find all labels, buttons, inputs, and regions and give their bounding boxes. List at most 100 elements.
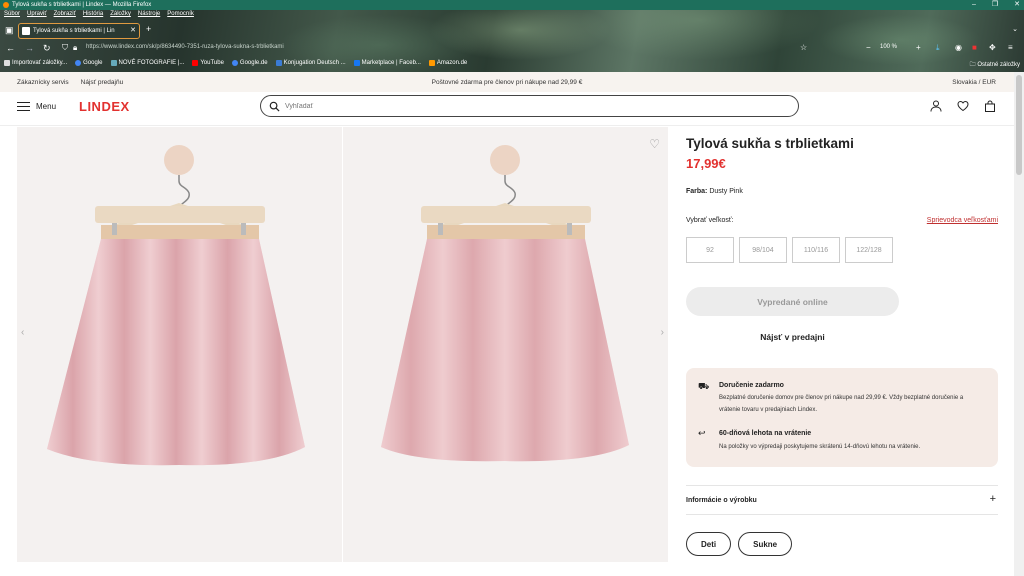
chip-deti[interactable]: Deti bbox=[686, 532, 732, 556]
google-icon bbox=[231, 60, 238, 66]
menu-view[interactable]: Zobraziť bbox=[54, 11, 76, 17]
tab-title: Tylová sukňa s trblietkami | Lin bbox=[33, 28, 115, 34]
size-option[interactable]: 122/128 bbox=[845, 237, 893, 263]
bookmark-konjugation[interactable]: Konjugation Deutsch ... bbox=[275, 60, 346, 66]
find-in-store-button[interactable]: Nájsť v predajni bbox=[686, 332, 899, 342]
tab-list-icon[interactable]: ▣ bbox=[5, 25, 14, 36]
url-bar[interactable]: https://www.lindex.com/sk/p/8634490-7351… bbox=[86, 44, 284, 50]
menu-label: Menu bbox=[36, 102, 57, 111]
lindex-favicon bbox=[22, 27, 30, 35]
wishlist-heart-icon[interactable] bbox=[957, 100, 969, 112]
tab-active[interactable]: Tylová sukňa s trblietkami | Lin ✕ bbox=[18, 23, 140, 39]
site-header: Menu LINDEX bbox=[0, 92, 1014, 126]
konjugation-icon bbox=[275, 60, 282, 66]
back-icon[interactable]: ← bbox=[6, 43, 15, 53]
scrollbar-thumb[interactable] bbox=[1016, 75, 1022, 175]
download-icon[interactable]: ⤓ bbox=[936, 43, 940, 53]
lindex-logo[interactable]: LINDEX bbox=[79, 99, 130, 114]
minimize-icon[interactable]: – bbox=[972, 0, 976, 10]
sold-out-button[interactable]: Vypredané online bbox=[686, 287, 899, 316]
shopping-bag-icon[interactable] bbox=[984, 100, 996, 112]
truck-icon: ⛟ bbox=[698, 381, 710, 391]
maximize-icon[interactable]: ❐ bbox=[992, 0, 998, 10]
bookmark-youtube[interactable]: YouTube bbox=[192, 60, 224, 66]
product-price: 17,99€ bbox=[686, 156, 726, 171]
window-controls: – ❐ ✕ bbox=[972, 0, 1020, 10]
bookmark-google[interactable]: Google bbox=[75, 60, 103, 66]
size-guide-link[interactable]: Sprievodca veľkosťami bbox=[927, 217, 998, 224]
reload-icon[interactable]: ↻ bbox=[43, 43, 51, 54]
return-title: 60-dňová lehota na vrátenie bbox=[719, 430, 812, 437]
skirt-photo bbox=[381, 145, 629, 462]
tab-strip: ▣ Tylová sukňa s trblietkami | Lin ✕ + ⌄ bbox=[0, 22, 1024, 40]
next-image-arrow[interactable]: › bbox=[661, 327, 664, 338]
navigation-bar: ← → ↻ ⛉ 🔒︎ https://www.lindex.com/sk/p/8… bbox=[0, 41, 1024, 58]
delivery-info-box: ⛟ Doručenie zadarmo Bezplatné doručenie … bbox=[686, 368, 998, 467]
size-label: Vybrať veľkosť: bbox=[686, 217, 734, 224]
folder-icon: 🗀︎ bbox=[969, 62, 976, 68]
menu-help[interactable]: Pomocník bbox=[167, 11, 194, 17]
account-icon[interactable]: ◉ bbox=[955, 43, 962, 52]
other-bookmarks[interactable]: 🗀︎ Ostatné záložky bbox=[970, 60, 1020, 70]
delivery-title: Doručenie zadarmo bbox=[719, 382, 784, 389]
search-box[interactable] bbox=[260, 95, 799, 117]
lock-icon: 🔒︎ bbox=[73, 43, 78, 52]
zoom-in-icon[interactable]: + bbox=[916, 43, 921, 52]
facebook-icon bbox=[353, 60, 360, 66]
size-option[interactable]: 92 bbox=[686, 237, 734, 263]
color-value: Dusty Pink bbox=[709, 188, 743, 195]
account-icon[interactable] bbox=[930, 100, 942, 112]
search-icon bbox=[269, 101, 280, 112]
extension-icon[interactable]: ■ bbox=[972, 43, 977, 52]
youtube-icon bbox=[192, 60, 199, 66]
menu-bookmarks[interactable]: Záložky bbox=[110, 11, 131, 17]
color-info: Farba: Dusty Pink bbox=[686, 188, 998, 195]
product-image-2[interactable]: ♡ › bbox=[343, 127, 668, 562]
product-details: Tylová sukňa s trblietkami 17,99€ Farba:… bbox=[686, 127, 998, 556]
app-menu-icon[interactable]: ≡ bbox=[1008, 43, 1013, 52]
size-option[interactable]: 98/104 bbox=[739, 237, 787, 263]
close-icon[interactable]: ✕ bbox=[1014, 0, 1020, 10]
product-image-1[interactable]: ‹ bbox=[17, 127, 342, 562]
expand-plus-icon: + bbox=[989, 493, 996, 505]
window-title: Tylová sukňa s trblietkami | Lindex — Mo… bbox=[12, 2, 152, 8]
web-page: Zákaznícky servis Nájsť predajňu Poštovn… bbox=[0, 72, 1024, 576]
firefox-icon bbox=[3, 2, 9, 8]
bookmark-star-icon[interactable]: ☆ bbox=[800, 43, 807, 52]
amazon-icon bbox=[428, 60, 435, 66]
search-input[interactable] bbox=[285, 102, 765, 110]
bookmark-marketplace[interactable]: Marketplace | Faceb... bbox=[353, 60, 421, 66]
zoom-level[interactable]: 100 % bbox=[880, 44, 897, 50]
shield-icon[interactable]: ⛉ bbox=[62, 43, 68, 53]
return-text: Na položky vo výpredaji poskytujeme skrá… bbox=[719, 444, 921, 450]
color-label: Farba: bbox=[686, 188, 708, 195]
menu-history[interactable]: História bbox=[83, 11, 103, 17]
new-tab-icon[interactable]: + bbox=[146, 24, 151, 34]
bookmark-google-de[interactable]: Google.de bbox=[231, 60, 268, 66]
prev-image-arrow[interactable]: ‹ bbox=[21, 327, 24, 338]
bookmark-import[interactable]: Importovať záložky... bbox=[4, 60, 67, 66]
size-option[interactable]: 110/116 bbox=[792, 237, 840, 263]
bookmark-amazon[interactable]: Amazon.de bbox=[428, 60, 467, 66]
tab-overflow-icon[interactable]: ⌄ bbox=[1012, 25, 1018, 33]
add-to-wishlist-icon[interactable]: ♡ bbox=[649, 137, 660, 151]
bookmarks-bar: Importovať záložky... Google NOVÉ FOTOGR… bbox=[4, 60, 467, 66]
chip-sukne[interactable]: Sukne bbox=[738, 532, 793, 556]
browser-menubar: Súbor Upraviť Zobraziť História Záložky … bbox=[4, 11, 194, 17]
menu-button[interactable]: Menu bbox=[17, 102, 57, 112]
menu-tools[interactable]: Nástroje bbox=[138, 11, 160, 17]
zoom-out-icon[interactable]: − bbox=[866, 43, 871, 52]
menu-file[interactable]: Súbor bbox=[4, 11, 20, 17]
return-icon: ↩ bbox=[698, 428, 706, 438]
tab-close-icon[interactable]: ✕ bbox=[130, 24, 136, 38]
skirt-photo bbox=[47, 145, 305, 466]
hamburger-icon bbox=[17, 102, 30, 112]
extensions-icon[interactable]: ✥ bbox=[989, 43, 996, 52]
product-info-accordion[interactable]: Informácie o výrobku + bbox=[686, 485, 998, 515]
bookmark-photos[interactable]: NOVÉ FOTOGRAFIE |... bbox=[110, 60, 184, 66]
delivery-text: Bezplatné doručenie domov pre členov pri… bbox=[719, 395, 964, 413]
menu-edit[interactable]: Upraviť bbox=[27, 11, 47, 17]
window-titlebar: Tylová sukňa s trblietkami | Lindex — Mo… bbox=[0, 0, 1024, 10]
forward-icon[interactable]: → bbox=[25, 43, 34, 53]
region-selector[interactable]: Slovakia / EUR bbox=[952, 79, 996, 86]
